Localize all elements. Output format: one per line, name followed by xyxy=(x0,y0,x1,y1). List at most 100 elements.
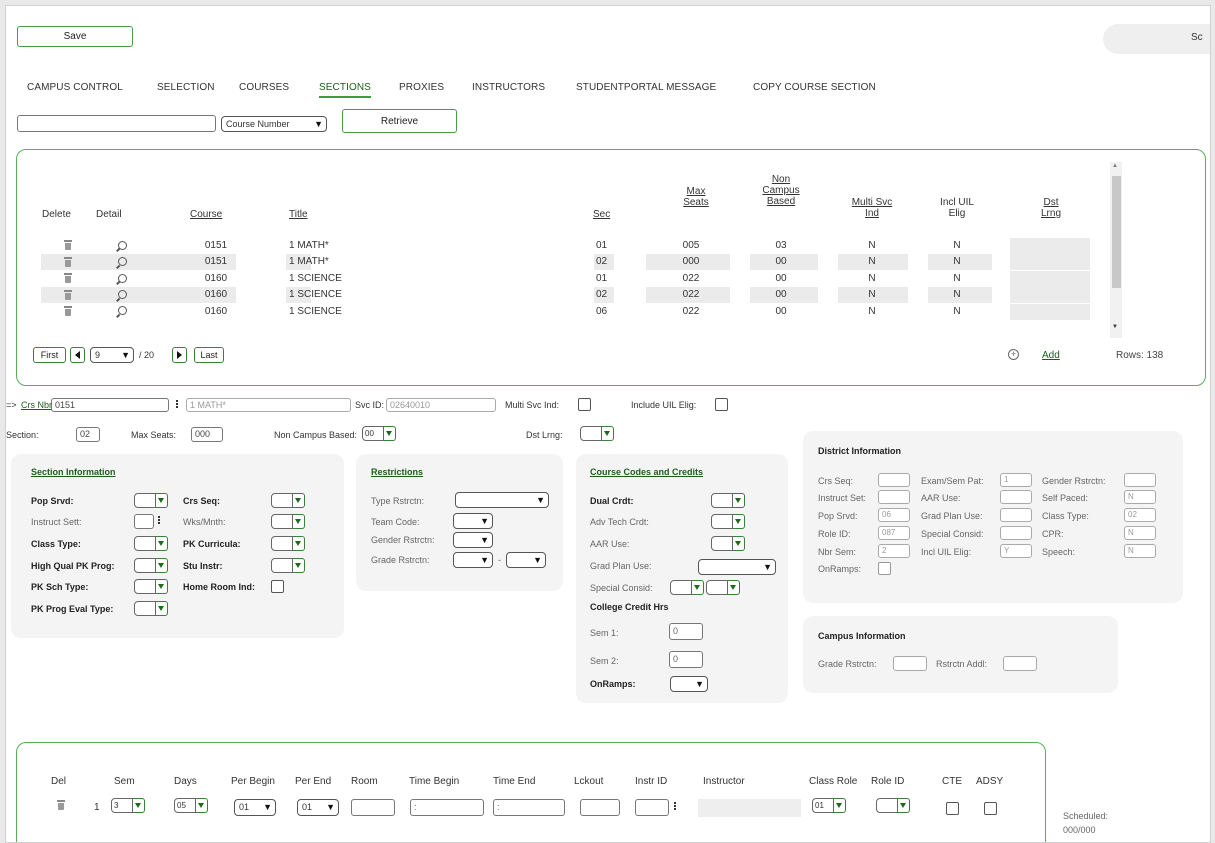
sch-instr-id-input[interactable] xyxy=(635,799,669,816)
dropdown-icon[interactable] xyxy=(156,493,168,508)
dropdown-icon[interactable] xyxy=(692,580,704,595)
header-course[interactable]: Course xyxy=(190,209,222,220)
detail-icon-cell[interactable] xyxy=(118,273,127,284)
include-uil-checkbox[interactable] xyxy=(715,398,728,411)
high-qual-combo[interactable] xyxy=(134,558,168,573)
dropdown-icon[interactable] xyxy=(293,558,305,573)
section-info-title[interactable]: Section Information xyxy=(31,467,116,477)
class-type-combo[interactable] xyxy=(134,536,168,551)
dropdown-icon[interactable] xyxy=(156,579,168,594)
detail-icon-cell[interactable] xyxy=(118,306,127,317)
sch-sem-combo[interactable]: 3 xyxy=(111,798,145,813)
dst-lrng-combo[interactable] xyxy=(580,426,614,441)
sch-class-role-combo[interactable]: 01 xyxy=(812,798,846,813)
dropdown-icon[interactable] xyxy=(133,798,145,813)
crs-nbr-link[interactable]: Crs Nbr: xyxy=(21,400,55,410)
delete-icon-cell[interactable] xyxy=(64,240,72,251)
tab-proxies[interactable]: PROXIES xyxy=(399,82,444,93)
header-dst-lrng[interactable]: Dst Lrng xyxy=(1036,197,1066,219)
adv-tech-combo[interactable] xyxy=(711,514,745,529)
sch-per-end-select[interactable]: 01 ▼ xyxy=(297,799,339,816)
delete-icon-cell[interactable] xyxy=(64,256,72,267)
dropdown-icon[interactable] xyxy=(293,536,305,551)
dropdown-icon[interactable] xyxy=(156,558,168,573)
non-campus-combo[interactable]: 00 xyxy=(362,426,396,441)
wks-mnth-combo[interactable] xyxy=(271,514,305,529)
delete-icon-cell[interactable] xyxy=(64,273,72,284)
pop-srvd-combo[interactable] xyxy=(134,493,168,508)
header-title[interactable]: Title xyxy=(289,209,308,220)
instr-lookup-icon[interactable] xyxy=(673,801,676,814)
dropdown-icon[interactable] xyxy=(733,536,745,551)
sem2-field[interactable]: 0 xyxy=(669,651,703,668)
dropdown-icon[interactable] xyxy=(384,426,396,441)
dropdown-icon[interactable] xyxy=(196,798,208,813)
dropdown-icon[interactable] xyxy=(898,798,910,813)
header-sec[interactable]: Sec xyxy=(593,209,610,220)
dropdown-icon[interactable] xyxy=(293,493,305,508)
pager-last-button[interactable]: Last xyxy=(194,347,224,363)
delete-icon-cell[interactable] xyxy=(64,305,72,317)
instruct-sett-lookup-icon[interactable] xyxy=(157,515,160,528)
grid-scrollbar-thumb[interactable] xyxy=(1112,176,1121,288)
pager-prev-button[interactable] xyxy=(70,347,85,363)
retrieve-mode-select[interactable]: Course Number ▼ xyxy=(221,116,327,132)
detail-icon-cell[interactable] xyxy=(118,240,127,251)
pager-first-button[interactable]: First xyxy=(33,347,66,363)
type-rstrctn-select[interactable]: ▼ xyxy=(455,492,549,508)
max-seats-field[interactable]: 000 xyxy=(191,427,223,442)
dual-crdt-combo[interactable] xyxy=(711,493,745,508)
header-max-seats[interactable]: Max Seats xyxy=(676,186,716,208)
course-codes-title[interactable]: Course Codes and Credits xyxy=(590,467,703,477)
tab-studentportal-message[interactable]: STUDENTPORTAL MESSAGE xyxy=(576,82,716,93)
tab-instructors[interactable]: INSTRUCTORS xyxy=(472,82,545,93)
add-icon[interactable]: + xyxy=(1008,349,1019,360)
pk-curricula-combo[interactable] xyxy=(271,536,305,551)
sch-role-id-combo[interactable] xyxy=(876,798,910,813)
delete-icon-cell[interactable] xyxy=(64,289,72,300)
sch-lckout-input[interactable] xyxy=(580,799,620,816)
crs-seq-combo[interactable] xyxy=(271,493,305,508)
header-multi-svc[interactable]: Multi Svc Ind xyxy=(842,197,902,219)
tab-copy-course-section[interactable]: COPY COURSE SECTION xyxy=(753,82,876,93)
tab-selection[interactable]: SELECTION xyxy=(157,82,215,93)
retrieve-button[interactable]: Retrieve xyxy=(342,109,457,133)
sch-days-combo[interactable]: 05 xyxy=(174,798,208,813)
add-link[interactable]: Add xyxy=(1042,350,1060,361)
home-room-checkbox[interactable] xyxy=(271,580,284,593)
save-button[interactable]: Save xyxy=(17,26,133,47)
scroll-down-icon[interactable]: ▼ xyxy=(1112,324,1118,330)
crs-nbr-lookup-icon[interactable] xyxy=(175,399,178,412)
header-non-campus[interactable]: Non Campus Based xyxy=(756,174,806,207)
table-row[interactable]: 0151 1 MATH* 02 000 00 N N xyxy=(36,254,1106,271)
gender-rstrctn-select[interactable]: ▼ xyxy=(453,532,493,548)
restrictions-title[interactable]: Restrictions xyxy=(371,467,423,477)
pk-prog-eval-combo[interactable] xyxy=(134,601,168,616)
dropdown-icon[interactable] xyxy=(156,601,168,616)
sch-per-begin-select[interactable]: 01 ▼ xyxy=(234,799,276,816)
multi-svc-checkbox[interactable] xyxy=(578,398,591,411)
dropdown-icon[interactable] xyxy=(733,514,745,529)
dropdown-icon[interactable] xyxy=(834,798,846,813)
retrieve-search-input[interactable] xyxy=(17,115,216,132)
special-consid-combo-2[interactable] xyxy=(706,580,740,595)
scroll-up-icon[interactable]: ▲ xyxy=(1112,163,1118,169)
sem1-field[interactable]: 0 xyxy=(669,623,703,640)
instruct-sett-field[interactable] xyxy=(134,514,154,529)
dropdown-icon[interactable] xyxy=(293,514,305,529)
detail-icon-cell[interactable] xyxy=(118,256,127,267)
dropdown-icon[interactable] xyxy=(733,493,745,508)
table-row[interactable]: 0151 1 MATH* 01 005 03 N N xyxy=(36,238,1106,254)
global-search[interactable]: Sc xyxy=(1103,24,1210,54)
tab-courses[interactable]: COURSES xyxy=(239,82,289,93)
tab-sections[interactable]: SECTIONS xyxy=(319,82,371,98)
pager-next-button[interactable] xyxy=(172,347,187,363)
dropdown-icon[interactable] xyxy=(728,580,740,595)
table-row[interactable]: 0160 1 SCIENCE 06 022 00 N N xyxy=(36,303,1106,320)
aar-use-combo[interactable] xyxy=(711,536,745,551)
grade-rstrctn-from-select[interactable]: ▼ xyxy=(453,552,493,568)
sch-cte-checkbox[interactable] xyxy=(946,802,959,815)
onramps-select[interactable]: ▼ xyxy=(670,676,708,692)
pk-sch-type-combo[interactable] xyxy=(134,579,168,594)
pager-page-select[interactable]: 9 ▼ xyxy=(90,347,134,363)
